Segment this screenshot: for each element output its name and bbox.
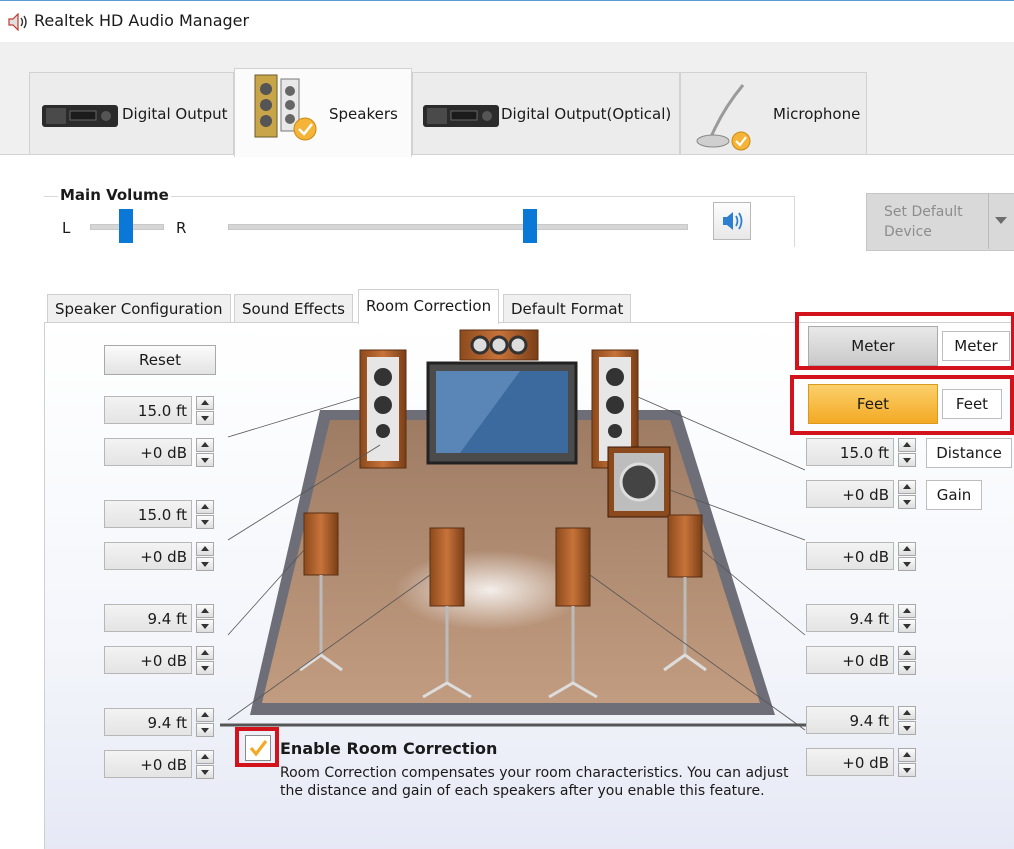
gain-value[interactable]: +0 dB <box>104 750 192 778</box>
spin-down-icon[interactable] <box>898 763 916 777</box>
spin-down-icon[interactable] <box>898 619 916 633</box>
side-right-distance-spinner[interactable]: 9.4 ft <box>806 604 918 634</box>
spin-up-icon[interactable] <box>898 604 916 618</box>
spin-up-icon[interactable] <box>196 542 214 556</box>
rear-left-gain-spinner[interactable]: +0 dB <box>104 750 216 780</box>
volume-slider-track[interactable] <box>228 224 688 230</box>
side-right-gain-spinner[interactable]: +0 dB <box>806 646 918 676</box>
set-default-dropdown-arrow[interactable] <box>988 193 1014 249</box>
distance-value[interactable]: 9.4 ft <box>806 604 894 632</box>
tab-digital-output[interactable]: Digital Output <box>29 72 234 155</box>
gain-value[interactable]: +0 dB <box>806 748 894 776</box>
gain-value[interactable]: +0 dB <box>806 646 894 674</box>
gain-value[interactable]: +0 dB <box>104 542 192 570</box>
window-title: Realtek HD Audio Manager <box>34 11 250 30</box>
digital-output-device-icon <box>42 105 118 127</box>
spin-down-icon[interactable] <box>898 453 916 467</box>
spin-down-icon[interactable] <box>898 721 916 735</box>
spin-down-icon[interactable] <box>898 661 916 675</box>
microphone-device-icon <box>696 84 751 151</box>
spin-down-icon[interactable] <box>898 557 916 571</box>
set-default-label: Set Default Device <box>884 204 963 240</box>
distance-legend-label: Distance <box>926 438 1012 468</box>
tab-microphone[interactable]: Microphone <box>680 72 867 155</box>
optical-output-device-icon <box>423 105 499 127</box>
spin-up-icon[interactable] <box>196 604 214 618</box>
spin-up-icon[interactable] <box>898 480 916 494</box>
spin-down-icon[interactable] <box>196 723 214 737</box>
distance-value[interactable]: 9.4 ft <box>806 706 894 734</box>
distance-value[interactable]: 15.0 ft <box>104 396 192 424</box>
speaker-volume-icon <box>723 212 743 230</box>
subwoofer-gain-spinner[interactable]: +0 dB <box>806 542 918 572</box>
speakers-device-icon <box>254 74 317 141</box>
speaker-icon <box>8 13 27 31</box>
center-gain-spinner[interactable]: +0 dB <box>104 542 216 572</box>
spin-down-icon[interactable] <box>196 515 214 529</box>
spin-down-icon[interactable] <box>196 765 214 779</box>
front-left-distance-spinner[interactable]: 15.0 ft <box>104 396 216 426</box>
spin-up-icon[interactable] <box>898 646 916 660</box>
mute-button[interactable] <box>713 202 751 240</box>
enable-room-correction-title: Enable Room Correction <box>280 739 498 758</box>
room-illustration <box>220 329 810 731</box>
highlight-box <box>235 727 279 767</box>
balance-slider-thumb[interactable] <box>119 209 133 243</box>
spin-down-icon[interactable] <box>196 619 214 633</box>
tab-label: Digital Output <box>122 105 228 123</box>
spin-up-icon[interactable] <box>898 706 916 720</box>
rear-left-distance-spinner[interactable]: 9.4 ft <box>104 708 216 738</box>
tab-label: Digital Output(Optical) <box>501 105 672 123</box>
balance-left-label: L <box>62 219 71 237</box>
spin-up-icon[interactable] <box>196 500 214 514</box>
tab-room-correction[interactable]: Room Correction <box>358 289 500 324</box>
distance-value[interactable]: 9.4 ft <box>104 604 192 632</box>
gain-legend-label: Gain <box>926 480 982 510</box>
tab-label: Speakers <box>329 105 398 123</box>
chevron-down-icon <box>995 217 1007 224</box>
volume-slider-thumb[interactable] <box>523 209 538 243</box>
spin-up-icon[interactable] <box>196 708 214 722</box>
spin-down-icon[interactable] <box>196 411 214 425</box>
spin-down-icon[interactable] <box>898 495 916 509</box>
tab-sound-effects[interactable]: Sound Effects <box>234 294 353 323</box>
front-right-distance-spinner[interactable]: 15.0 ft <box>806 438 918 468</box>
front-right-gain-spinner[interactable]: +0 dB <box>806 480 918 510</box>
spin-up-icon[interactable] <box>196 396 214 410</box>
rear-right-gain-spinner[interactable]: +0 dB <box>806 748 918 778</box>
tab-default-format[interactable]: Default Format <box>503 294 632 323</box>
spin-down-icon[interactable] <box>196 453 214 467</box>
spin-down-icon[interactable] <box>196 661 214 675</box>
distance-value[interactable]: 9.4 ft <box>104 708 192 736</box>
tab-speakers[interactable]: Speakers <box>234 68 412 157</box>
gain-value[interactable]: +0 dB <box>806 542 894 570</box>
gain-value[interactable]: +0 dB <box>104 438 192 466</box>
tab-speaker-configuration[interactable]: Speaker Configuration <box>47 294 231 323</box>
spin-up-icon[interactable] <box>898 438 916 452</box>
balance-right-label: R <box>176 219 187 237</box>
spin-up-icon[interactable] <box>196 750 214 764</box>
reset-button[interactable]: Reset <box>104 345 216 375</box>
side-left-distance-spinner[interactable]: 9.4 ft <box>104 604 216 634</box>
center-distance-spinner[interactable]: 15.0 ft <box>104 500 216 530</box>
distance-value[interactable]: 15.0 ft <box>806 438 894 466</box>
main-volume-title: Main Volume <box>58 186 171 204</box>
gain-value[interactable]: +0 dB <box>806 480 894 508</box>
spin-up-icon[interactable] <box>196 438 214 452</box>
spin-up-icon[interactable] <box>196 646 214 660</box>
highlight-box <box>795 312 1014 370</box>
front-left-gain-spinner[interactable]: +0 dB <box>104 438 216 468</box>
tab-label: Microphone <box>773 105 861 123</box>
highlight-box <box>790 375 1014 435</box>
distance-value[interactable]: 15.0 ft <box>104 500 192 528</box>
side-left-gain-spinner[interactable]: +0 dB <box>104 646 216 676</box>
enable-room-correction-description: Room Correction compensates your room ch… <box>280 765 789 799</box>
spin-up-icon[interactable] <box>898 748 916 762</box>
gain-value[interactable]: +0 dB <box>104 646 192 674</box>
rear-right-distance-spinner[interactable]: 9.4 ft <box>806 706 918 736</box>
tab-digital-output-optical[interactable]: Digital Output(Optical) <box>412 72 680 155</box>
spin-down-icon[interactable] <box>196 557 214 571</box>
spin-up-icon[interactable] <box>898 542 916 556</box>
